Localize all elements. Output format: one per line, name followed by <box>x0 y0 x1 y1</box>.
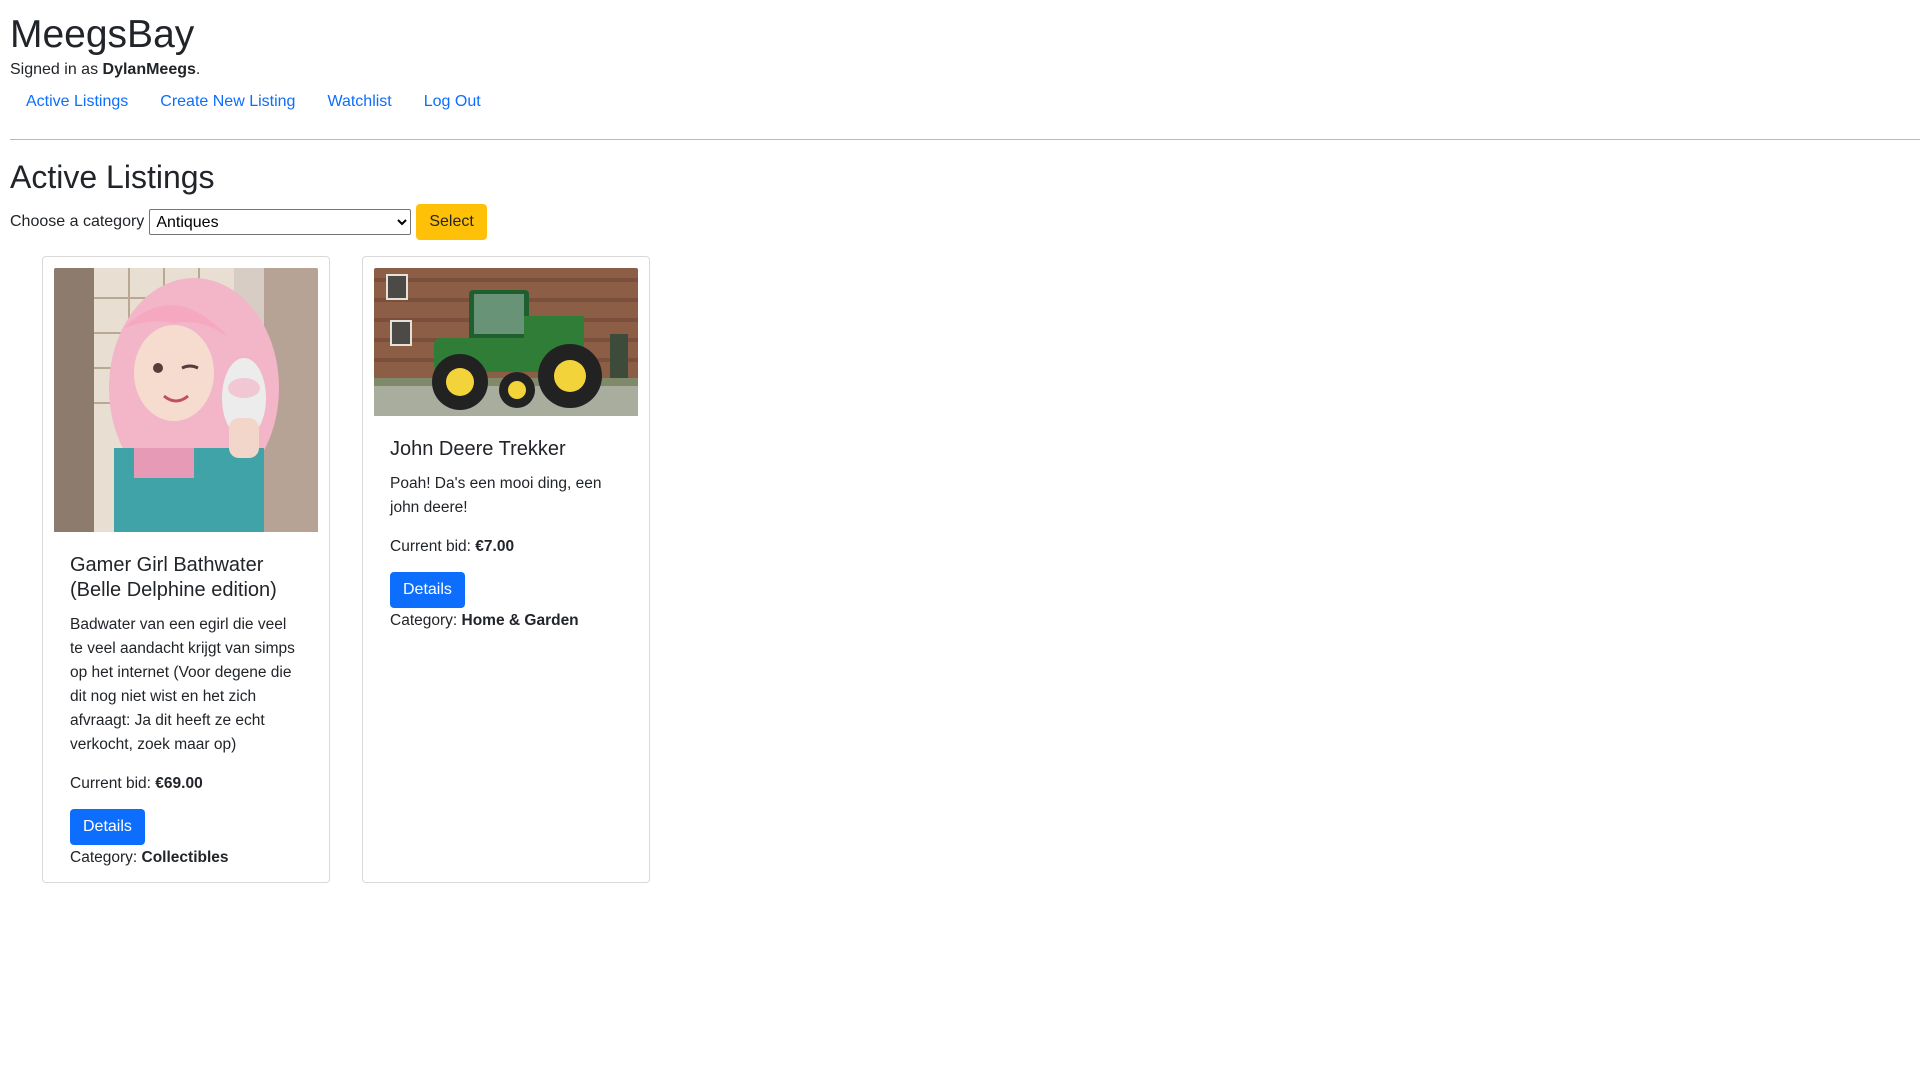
site-title: MeegsBay <box>10 13 195 56</box>
listing-category: Category: Home & Garden <box>390 612 622 630</box>
page: MeegsBay Signed in as DylanMeegs. Active… <box>0 0 1920 884</box>
details-button[interactable]: Details <box>390 572 465 609</box>
select-button[interactable]: Select <box>416 204 487 241</box>
bid-label: Current bid: <box>70 775 156 793</box>
page-title: Active Listings <box>10 158 215 195</box>
listing-image-tractor[interactable] <box>374 268 638 421</box>
listing-grid: Gamer Girl Bathwater (Belle Delphine edi… <box>10 256 1910 884</box>
details-button[interactable]: Details <box>70 809 145 846</box>
listing-description: Badwater van een egirl die veel te veel … <box>70 616 295 754</box>
portrait-photo-icon <box>54 268 318 533</box>
nav-watchlist[interactable]: Watchlist <box>311 83 407 121</box>
listing-card: John Deere Trekker Poah! Da's een mooi d… <box>362 256 650 884</box>
signed-in-suffix: . <box>195 60 201 78</box>
category-filter: Choose a category Antiques Select <box>10 204 1910 241</box>
listing-title: John Deere Trekker <box>390 438 566 461</box>
bid-value: €69.00 <box>155 775 203 793</box>
nav-bar: Active Listings Create New Listing Watch… <box>10 83 1910 121</box>
category-value: Home & Garden <box>461 612 579 630</box>
signed-in-text: Signed in as DylanMeegs. <box>10 61 1910 79</box>
bid-value: €7.00 <box>475 538 515 556</box>
category-select[interactable]: Antiques <box>149 209 412 236</box>
listing-card: Gamer Girl Bathwater (Belle Delphine edi… <box>42 256 330 884</box>
current-bid: Current bid: €7.00 <box>390 538 622 556</box>
category-value: Collectibles <box>141 849 229 867</box>
category-label-text: Category: <box>390 612 462 630</box>
tractor-photo-icon <box>374 268 638 417</box>
nav-log-out[interactable]: Log Out <box>408 83 497 121</box>
current-bid: Current bid: €69.00 <box>70 775 302 793</box>
listing-description: Poah! Da's een mooi ding, een john deere… <box>390 475 602 517</box>
divider <box>10 138 1920 140</box>
nav-create-listing[interactable]: Create New Listing <box>144 83 311 121</box>
listing-image-portrait[interactable] <box>54 268 318 537</box>
username: DylanMeegs <box>102 60 196 78</box>
category-label-text: Category: <box>70 849 142 867</box>
nav-active-listings[interactable]: Active Listings <box>10 83 144 121</box>
category-label: Choose a category <box>10 213 145 231</box>
signed-in-prefix: Signed in as <box>10 60 103 78</box>
bid-label: Current bid: <box>390 538 476 556</box>
listing-title: Gamer Girl Bathwater (Belle Delphine edi… <box>70 554 277 602</box>
listing-category: Category: Collectibles <box>70 849 302 867</box>
